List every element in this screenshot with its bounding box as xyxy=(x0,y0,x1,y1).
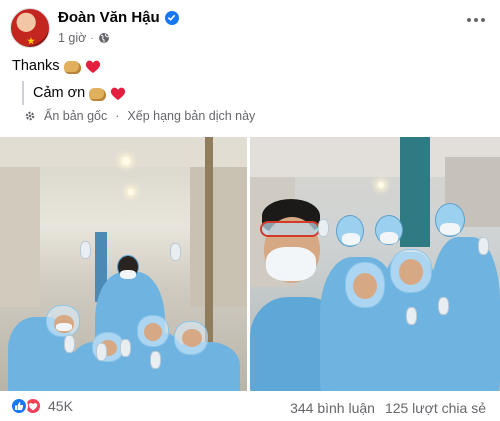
post-meta: 1 giờ · xyxy=(58,31,110,45)
engagement-stats: 344 bình luận 125 lượt chia sẻ xyxy=(290,400,486,416)
comment-count[interactable]: 344 bình luận xyxy=(290,400,375,416)
post-timestamp[interactable]: 1 giờ xyxy=(58,31,86,45)
author-name[interactable]: Đoàn Văn Hậu xyxy=(58,9,160,26)
photo-cabin-group-right[interactable] xyxy=(250,137,500,391)
post-footer: 45K 344 bình luận 125 lượt chia sẻ xyxy=(0,394,500,421)
post-text-content: Thanks xyxy=(12,58,60,74)
globe-icon[interactable] xyxy=(98,32,110,44)
post-text: Thanks xyxy=(12,58,101,74)
more-options-icon[interactable] xyxy=(464,10,488,30)
gear-icon[interactable] xyxy=(24,110,36,122)
photo-grid xyxy=(0,137,500,391)
reaction-summary[interactable]: 45K xyxy=(10,397,73,415)
facebook-post: Đoàn Văn Hậu 1 giờ · Thanks Cảm ơn Ẩn bả… xyxy=(0,0,500,421)
separator-dot: · xyxy=(90,32,94,44)
translation-controls: Ẩn bản gốc · Xếp hạng bản dịch này xyxy=(24,109,255,123)
see-original-link[interactable]: Ẩn bản gốc xyxy=(44,109,107,123)
author-avatar[interactable] xyxy=(10,8,50,48)
translated-text-content: Cảm ơn xyxy=(33,85,86,101)
oncoming-fist-emoji xyxy=(89,87,107,101)
verified-badge-icon xyxy=(164,10,179,25)
oncoming-fist-emoji xyxy=(63,60,81,74)
separator-dot: · xyxy=(115,109,120,123)
red-heart-emoji xyxy=(85,59,101,74)
translated-text: Cảm ơn xyxy=(22,81,488,105)
share-count[interactable]: 125 lượt chia sẻ xyxy=(385,400,486,416)
rate-translation-link[interactable]: Xếp hạng bản dịch này xyxy=(127,109,255,123)
author-row: Đoàn Văn Hậu xyxy=(58,9,179,26)
red-heart-emoji xyxy=(110,86,126,101)
photo-cabin-group-left[interactable] xyxy=(0,137,247,391)
reaction-count[interactable]: 45K xyxy=(48,398,73,414)
like-icon xyxy=(10,397,28,415)
